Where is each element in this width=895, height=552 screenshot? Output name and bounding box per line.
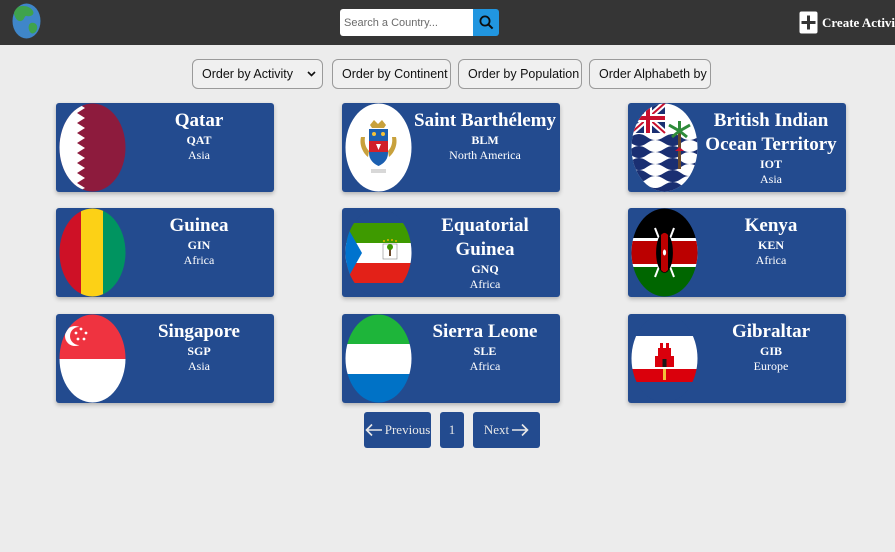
country-card-guinea[interactable]: Guinea GIN Africa [56,208,274,297]
country-code: SLE [473,344,497,358]
country-name: Equatorial Guinea [441,215,529,260]
country-name: British Indian Ocean Territory [705,110,837,155]
qatar-flag-icon [59,103,126,192]
create-activity-button[interactable]: Create Activity [799,10,895,35]
country-card-equatorial-guinea[interactable]: Equatorial Guinea GNQ Africa [342,208,560,297]
country-continent: Europe [753,359,789,373]
order-by-activity-select[interactable]: Order by Activity [192,59,323,89]
country-info: Kenya KEN Africa [700,214,842,268]
saint-barthelemy-flag-icon [345,103,412,192]
country-card-qatar[interactable]: Qatar QAT Asia [56,103,274,192]
country-code: GIN [187,238,211,252]
country-code: GIB [759,344,782,358]
country-info: British Indian Ocean Territory IOT Asia [700,109,842,187]
country-code: QAT [186,133,212,147]
search-input[interactable] [340,9,473,36]
country-name: Qatar [174,110,224,131]
select-label: Order Alphabeth by [599,67,707,81]
select-label: Order by Continent [342,67,448,81]
country-continent: Asia [188,148,210,162]
country-info: Equatorial Guinea GNQ Africa [414,214,556,292]
select-label: Order by Activity [202,67,293,81]
country-card-sierra-leone[interactable]: Sierra Leone SLE Africa [342,314,560,403]
country-code: SGP [187,344,211,358]
country-continent: Asia [760,172,782,186]
next-page-button[interactable]: Next [473,412,540,448]
country-card-saint-barthelemy[interactable]: Saint Barthélemy BLM North America [342,103,560,192]
next-label: Next [483,422,510,437]
equatorial-guinea-flag-icon [345,208,412,297]
order-by-population-select[interactable]: Order by Population [458,59,582,89]
country-continent: North America [449,148,521,162]
country-code: GNQ [471,262,499,276]
country-info: Guinea GIN Africa [128,214,270,268]
gibraltar-flag-icon [631,314,698,403]
country-info: Saint Barthélemy BLM North America [414,109,556,163]
search-icon [479,15,493,30]
sierra-leone-flag-icon [345,314,412,403]
create-activity-label: Create Activity [822,14,895,30]
country-card-kenya[interactable]: Kenya KEN Africa [628,208,846,297]
country-continent: Africa [469,277,501,291]
previous-label: Previous [384,422,431,437]
country-card-singapore[interactable]: Singapore SGP Asia [56,314,274,403]
country-name: Guinea [169,215,229,236]
country-info: Qatar QAT Asia [128,109,270,163]
country-name: Sierra Leone [432,321,538,342]
country-name: Saint Barthélemy [414,110,556,131]
arrow-right-icon [512,423,529,437]
country-continent: Asia [188,359,210,373]
country-name: Gibraltar [731,321,811,342]
select-label: Order by Population [468,67,580,81]
plus-square-icon [799,11,818,34]
country-code: KEN [757,238,784,252]
previous-page-button[interactable]: Previous [364,412,431,448]
country-continent: Africa [183,253,215,267]
singapore-flag-icon [59,314,126,403]
country-info: Sierra Leone SLE Africa [414,320,556,374]
order-alphabetically-select[interactable]: Order Alphabeth by [589,59,711,89]
country-code: IOT [759,157,782,171]
guinea-flag-icon [59,208,126,297]
country-card-gibraltar[interactable]: Gibraltar GIB Europe [628,314,846,403]
chevron-down-icon [307,71,316,77]
country-name: Kenya [744,215,798,236]
globe-logo-icon[interactable] [12,3,41,39]
country-card-british-indian-ocean-territory[interactable]: British Indian Ocean Territory IOT Asia [628,103,846,192]
country-continent: Africa [755,253,787,267]
british-indian-ocean-territory-flag-icon [631,103,698,192]
country-continent: Africa [469,359,501,373]
country-info: Gibraltar GIB Europe [700,320,842,374]
search-button[interactable] [473,9,499,36]
top-navbar: Create Activity [0,0,895,45]
order-by-continent-select[interactable]: Order by Continent [332,59,451,89]
kenya-flag-icon [631,208,698,297]
arrow-left-icon [365,423,382,437]
current-page-button[interactable]: 1 [440,412,464,448]
country-name: Singapore [157,321,240,342]
page-number: 1 [448,422,456,437]
country-code: BLM [471,133,499,147]
country-info: Singapore SGP Asia [128,320,270,374]
